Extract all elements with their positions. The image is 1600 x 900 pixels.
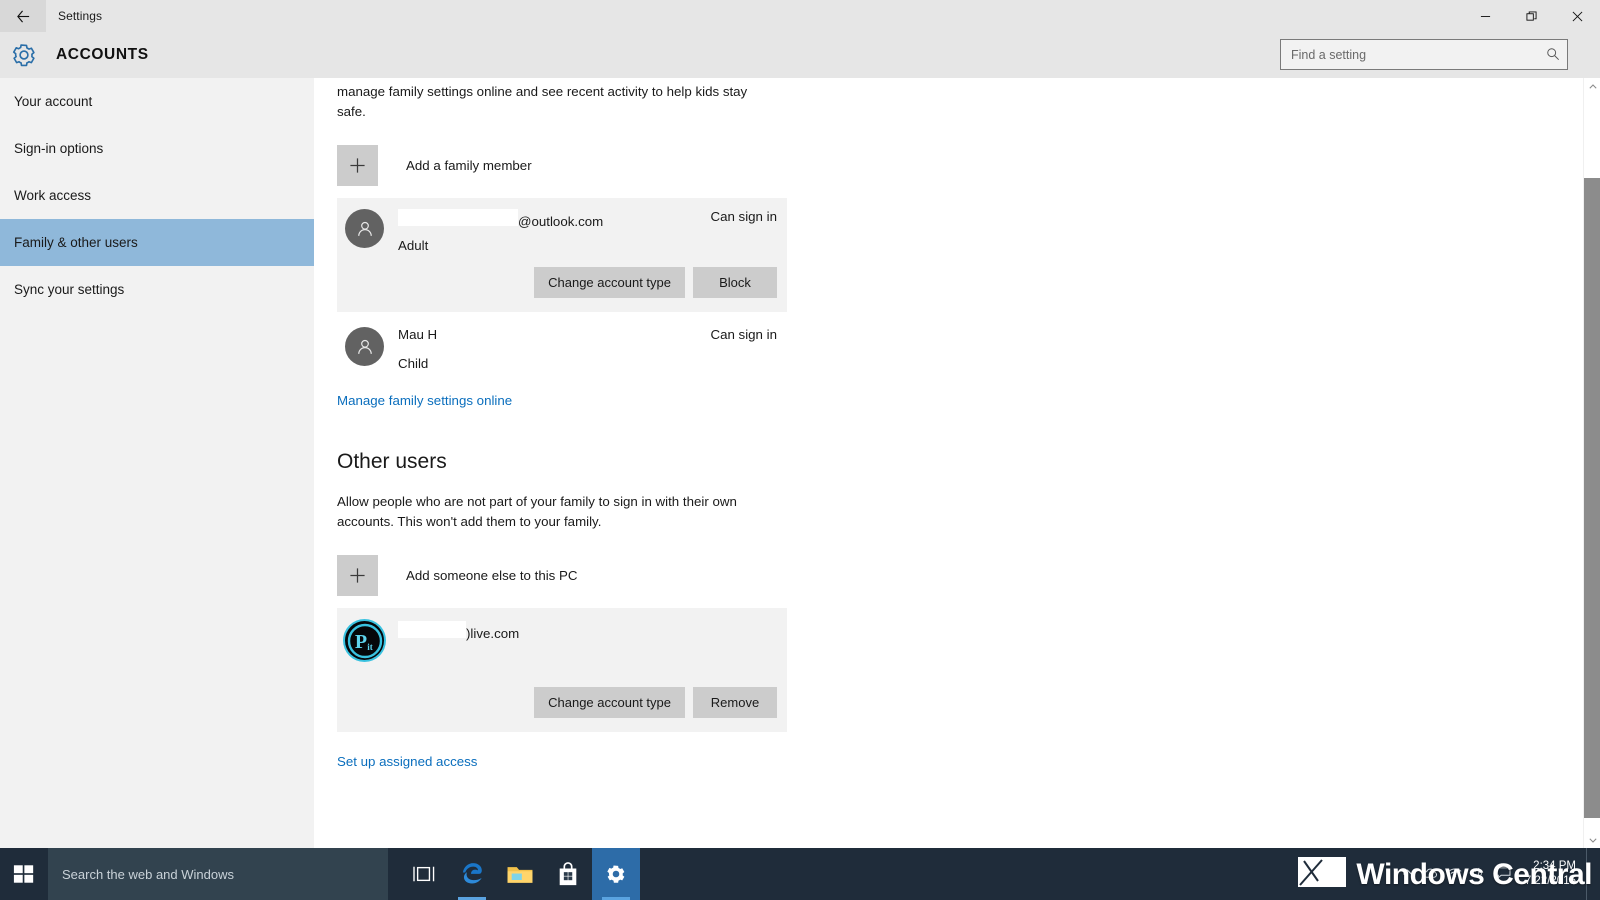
change-account-type-button[interactable]: Change account type xyxy=(534,687,685,718)
notification-icon[interactable] xyxy=(1496,866,1511,882)
plus-icon xyxy=(337,145,378,186)
sidebar-item-label: Your account xyxy=(14,94,93,109)
account-top-row: Mau H Child Can sign in xyxy=(337,316,787,371)
chevron-up-icon[interactable] xyxy=(1402,867,1413,881)
clock-date: 7/22/2015 xyxy=(1524,875,1576,887)
person-avatar-icon xyxy=(345,209,384,248)
account-name-row: )live.com xyxy=(398,621,787,642)
wifi-icon[interactable] xyxy=(1448,867,1462,882)
sidebar-item-your-account[interactable]: Your account xyxy=(0,78,314,125)
windows-start-icon[interactable] xyxy=(0,848,48,900)
pit-logo-avatar-icon: P it xyxy=(345,621,384,660)
taskbar-search-box[interactable]: Search the web and Windows xyxy=(48,848,388,900)
other-account-card: P it )live.com Change account type Remov… xyxy=(337,608,787,732)
back-arrow-icon xyxy=(16,10,29,22)
content-panel: manage family settings online and see re… xyxy=(314,78,1556,848)
task-view-icon[interactable] xyxy=(400,848,448,900)
file-explorer-icon[interactable] xyxy=(496,848,544,900)
clock[interactable]: 2:34 PM 7/22/2015 xyxy=(1525,859,1576,889)
account-type-label: Child xyxy=(398,356,429,371)
sidebar-item-label: Sign-in options xyxy=(14,141,104,156)
scroll-down-button[interactable] xyxy=(1584,831,1600,848)
account-name: Mau H xyxy=(398,327,438,342)
taskbar-search-placeholder: Search the web and Windows xyxy=(62,866,234,882)
family-account-card: @outlook.com Adult Can sign in Change ac… xyxy=(337,198,787,312)
sidebar-item-sign-in-options[interactable]: Sign-in options xyxy=(0,125,314,172)
add-someone-else-row[interactable]: Add someone else to this PC xyxy=(337,555,1556,596)
chevron-down-icon xyxy=(1588,837,1597,843)
speaker-icon[interactable] xyxy=(1472,867,1486,882)
show-desktop-button[interactable] xyxy=(1586,848,1594,900)
account-type-label: Adult xyxy=(398,238,429,253)
block-button[interactable]: Block xyxy=(693,267,777,298)
settings-icon[interactable] xyxy=(592,848,640,900)
account-actions: Change account type Remove xyxy=(337,660,787,732)
redacted-name-block xyxy=(398,621,466,638)
window-title: Settings xyxy=(58,9,103,23)
add-someone-else-label: Add someone else to this PC xyxy=(406,568,578,583)
change-account-type-button[interactable]: Change account type xyxy=(534,267,685,298)
family-account-card: Mau H Child Can sign in xyxy=(337,316,787,371)
account-email: )live.com xyxy=(466,626,520,641)
manage-family-settings-link[interactable]: Manage family settings online xyxy=(337,393,512,408)
person-avatar-icon xyxy=(345,327,384,366)
account-meta: )live.com xyxy=(398,621,787,642)
content-scrollbar[interactable] xyxy=(1583,78,1600,848)
clock-time: 2:34 PM xyxy=(1533,860,1576,872)
account-status-badge: Can sign in xyxy=(710,209,777,224)
minimize-button[interactable] xyxy=(1462,0,1508,32)
maximize-button[interactable] xyxy=(1508,0,1554,32)
minimize-icon xyxy=(1480,15,1490,17)
header-icon-wrap xyxy=(0,42,48,68)
system-tray: 2:34 PM 7/22/2015 xyxy=(1402,848,1600,900)
title-bar: Settings xyxy=(0,0,1600,32)
gear-icon xyxy=(12,44,35,67)
taskbar: Search the web and Windows 2:34 PM 7/22/… xyxy=(0,848,1600,900)
svg-text:P: P xyxy=(354,631,366,653)
close-button[interactable] xyxy=(1554,0,1600,32)
account-top-row: @outlook.com Adult Can sign in xyxy=(337,198,787,253)
account-actions: Change account type Block xyxy=(337,253,787,312)
cloud-icon[interactable] xyxy=(1423,867,1438,882)
svg-text:it: it xyxy=(367,642,373,652)
sidebar-item-sync-your-settings[interactable]: Sync your settings xyxy=(0,266,314,313)
search-wrap xyxy=(1280,39,1568,70)
content-inner: manage family settings online and see re… xyxy=(314,78,1556,771)
search-box[interactable] xyxy=(1280,39,1568,70)
page-header: ACCOUNTS xyxy=(0,32,1600,78)
taskbar-icons xyxy=(400,848,640,900)
body-area: Your account Sign-in options Work access… xyxy=(0,78,1600,848)
sidebar-nav: Your account Sign-in options Work access… xyxy=(0,78,314,848)
scrollbar-thumb[interactable] xyxy=(1584,178,1600,818)
sidebar-item-label: Family & other users xyxy=(14,235,138,250)
redacted-name-block xyxy=(398,209,518,226)
other-users-description: Allow people who are not part of your fa… xyxy=(337,494,737,529)
restore-icon xyxy=(1525,10,1537,21)
account-status-badge: Can sign in xyxy=(710,327,777,342)
chevron-up-icon xyxy=(1588,83,1597,89)
back-button[interactable] xyxy=(0,0,46,32)
add-family-member-row[interactable]: Add a family member xyxy=(337,145,1556,186)
sidebar-item-work-access[interactable]: Work access xyxy=(0,172,314,219)
sidebar-item-label: Sync your settings xyxy=(14,282,125,297)
search-input[interactable] xyxy=(1281,47,1567,62)
other-users-heading: Other users xyxy=(337,450,447,473)
set-up-assigned-access-link[interactable]: Set up assigned access xyxy=(337,754,477,769)
sidebar-item-label: Work access xyxy=(14,188,92,203)
settings-window: Settings ACCOUNTS Find a setting Your ac… xyxy=(0,0,1600,900)
plus-icon xyxy=(337,555,378,596)
search-icon xyxy=(1546,47,1560,66)
page-title: ACCOUNTS xyxy=(56,46,149,63)
edge-browser-icon[interactable] xyxy=(448,848,496,900)
remove-button[interactable]: Remove xyxy=(693,687,777,718)
close-icon xyxy=(1572,11,1582,21)
sidebar-item-family-other-users[interactable]: Family & other users xyxy=(0,219,314,266)
scroll-up-button[interactable] xyxy=(1584,78,1600,95)
family-intro-text: manage family settings online and see re… xyxy=(337,84,748,119)
account-email: @outlook.com xyxy=(518,214,604,229)
store-icon[interactable] xyxy=(544,848,592,900)
window-controls xyxy=(1462,0,1600,32)
add-family-member-label: Add a family member xyxy=(406,158,532,173)
account-top-row: P it )live.com xyxy=(337,608,787,660)
